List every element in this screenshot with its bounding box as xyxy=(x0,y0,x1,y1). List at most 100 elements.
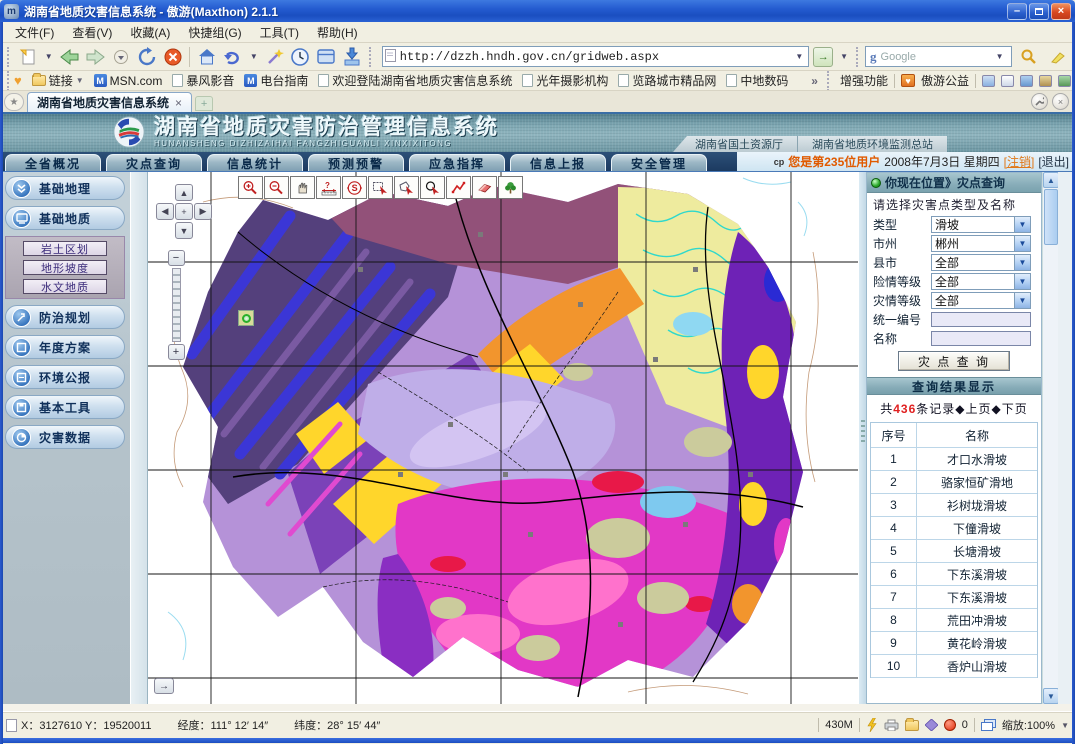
chevron-down-icon[interactable]: ▼ xyxy=(1014,217,1030,232)
refresh-button[interactable] xyxy=(135,45,159,69)
history-dropdown-button[interactable] xyxy=(109,45,133,69)
scrollbar-thumb[interactable] xyxy=(1044,189,1058,245)
table-row[interactable]: 3衫树垅滑坡 xyxy=(871,494,1037,517)
plugin-icon-3[interactable] xyxy=(1020,75,1033,87)
table-row[interactable]: 1才口水滑坡 xyxy=(871,448,1037,471)
draw-line-tool-button[interactable] xyxy=(446,176,471,199)
stop-button[interactable] xyxy=(161,45,185,69)
measure-tool-button[interactable]: ? xyxy=(316,176,341,199)
tab-settings-button[interactable] xyxy=(1031,93,1048,110)
logout-link[interactable]: [注销] xyxy=(1004,153,1035,170)
panel-splitter[interactable] xyxy=(858,172,866,704)
table-row[interactable]: 8荒田冲滑坡 xyxy=(871,609,1037,632)
map-viewport[interactable]: ? S ▲ ◀ + ▶ ▼ − + xyxy=(148,172,858,704)
history-button[interactable] xyxy=(289,45,313,69)
boost-icon[interactable] xyxy=(866,718,878,732)
table-row[interactable]: 5长塘滑坡 xyxy=(871,540,1037,563)
nav-tab-disaster-query[interactable]: 灾点查询 xyxy=(106,154,202,171)
select-circle-tool-button[interactable] xyxy=(420,176,445,199)
pan-center-button[interactable]: + xyxy=(175,203,193,220)
row-name[interactable]: 香炉山滑坡 xyxy=(917,658,1037,675)
query-button[interactable]: 灾 点 查 询 xyxy=(898,351,1010,371)
link-welcome[interactable]: 欢迎登陆湖南省地质灾害信息系统 xyxy=(318,72,512,89)
url-text[interactable]: http://dzzh.hndh.gov.cn/gridweb.aspx xyxy=(400,50,793,64)
select-rect-tool-button[interactable] xyxy=(368,176,393,199)
search-go-button[interactable] xyxy=(1018,45,1042,69)
sidebar-item-basic-geology[interactable]: 基础地质 xyxy=(5,206,125,230)
search-engine-dropdown[interactable]: ▼ xyxy=(993,52,1007,61)
go-button[interactable]: → xyxy=(813,47,833,67)
pan-tool-button[interactable] xyxy=(290,176,315,199)
disaster-level-select[interactable]: 全部▼ xyxy=(931,292,1031,309)
nav-tab-forecast[interactable]: 预测预警 xyxy=(308,154,404,171)
tab-active[interactable]: 湖南省地质灾害信息系统 × xyxy=(27,92,192,112)
undo-button[interactable] xyxy=(221,45,245,69)
scale-tool-button[interactable]: S xyxy=(342,176,367,199)
row-name[interactable]: 下东溪滑坡 xyxy=(917,566,1037,583)
row-name[interactable]: 下僮滑坡 xyxy=(917,520,1037,537)
url-dropdown[interactable]: ▼ xyxy=(792,52,806,61)
magic-fill-button[interactable] xyxy=(263,45,287,69)
row-name[interactable]: 黄花岭滑坡 xyxy=(917,635,1037,652)
row-name[interactable]: 才口水滑坡 xyxy=(917,451,1037,468)
plugin-icon-1[interactable] xyxy=(982,75,995,87)
table-row[interactable]: 10香炉山滑坡 xyxy=(871,655,1037,678)
table-row[interactable]: 7下东溪滑坡 xyxy=(871,586,1037,609)
forward-button[interactable] xyxy=(83,45,107,69)
sidebar-item-basic-geography[interactable]: 基础地理 xyxy=(5,176,125,200)
sub-item-terrain-slope[interactable]: 地形坡度 xyxy=(23,260,107,275)
undo-dropdown[interactable]: ▼ xyxy=(247,52,261,61)
links-overflow-button[interactable]: » xyxy=(811,74,818,88)
notes-icon[interactable] xyxy=(925,719,938,731)
nav-tab-emergency[interactable]: 应急指挥 xyxy=(409,154,505,171)
table-row[interactable]: 9黄花岭滑坡 xyxy=(871,632,1037,655)
next-page-link[interactable]: ◆下页 xyxy=(992,400,1028,417)
pan-right-button[interactable]: ▶ xyxy=(194,203,212,220)
menu-help[interactable]: 帮助(H) xyxy=(308,22,367,43)
download-button[interactable] xyxy=(340,45,364,69)
prev-page-link[interactable]: ◆上页 xyxy=(955,400,991,417)
row-name[interactable]: 骆家恒矿滑地 xyxy=(917,474,1037,491)
sub-item-hydrogeology[interactable]: 水文地质 xyxy=(23,279,107,294)
row-name[interactable]: 衫树垅滑坡 xyxy=(917,497,1037,514)
zoom-dropdown-icon[interactable]: ▼ xyxy=(1061,721,1069,730)
scroll-down-button[interactable]: ▼ xyxy=(1043,688,1059,704)
select-polygon-tool-button[interactable] xyxy=(394,176,419,199)
new-tab-button[interactable] xyxy=(16,45,40,69)
menu-favorites[interactable]: 收藏(A) xyxy=(121,22,179,43)
plugin-icon-4[interactable] xyxy=(1039,75,1052,87)
sidebar-item-annual-scheme[interactable]: 年度方案 xyxy=(5,335,125,359)
table-row[interactable]: 6下东溪滑坡 xyxy=(871,563,1037,586)
nav-tab-security[interactable]: 安全管理 xyxy=(611,154,707,171)
search-input[interactable]: Google xyxy=(881,51,993,63)
city-select[interactable]: 郴州▼ xyxy=(931,235,1031,252)
zoom-out-tool-button[interactable] xyxy=(264,176,289,199)
chevron-down-icon[interactable]: ▼ xyxy=(1014,255,1030,270)
banner-link-land-dept[interactable]: 湖南省国土资源厅 xyxy=(673,136,797,152)
cascade-windows-icon[interactable] xyxy=(981,719,996,731)
sidebar-item-prevention-plan[interactable]: 防治规划 xyxy=(5,305,125,329)
chevron-down-icon[interactable]: ▼ xyxy=(1014,293,1030,308)
frames-button[interactable] xyxy=(314,45,338,69)
layers-tool-button[interactable] xyxy=(498,176,523,199)
highlight-button[interactable] xyxy=(1047,45,1071,69)
type-select[interactable]: 滑坡▼ xyxy=(931,216,1031,233)
menu-tools[interactable]: 工具(T) xyxy=(251,22,308,43)
zoom-minus-button[interactable]: − xyxy=(168,250,185,266)
geological-map[interactable] xyxy=(148,172,858,704)
zoom-level[interactable]: 缩放:100% xyxy=(1002,717,1055,733)
page-scrollbar[interactable]: ▲ ▼ xyxy=(1042,172,1058,704)
danger-level-select[interactable]: 全部▼ xyxy=(931,273,1031,290)
link-radio[interactable]: M电台指南 xyxy=(244,72,308,89)
zoom-plus-button[interactable]: + xyxy=(168,344,185,360)
sidebar-item-basic-tools[interactable]: 基本工具 xyxy=(5,395,125,419)
close-button[interactable]: × xyxy=(1051,3,1071,20)
search-box[interactable]: g Google ▼ xyxy=(865,46,1012,67)
favorites-heart[interactable]: ♥ xyxy=(14,73,22,88)
banner-link-monitor-station[interactable]: 湖南省地质环境监测总站 xyxy=(798,136,947,152)
downloads-folder-icon[interactable] xyxy=(905,720,919,731)
home-button[interactable] xyxy=(195,45,219,69)
go-dropdown[interactable]: ▼ xyxy=(837,52,851,61)
row-name[interactable]: 荒田冲滑坡 xyxy=(917,612,1037,629)
blocked-popup-icon[interactable] xyxy=(944,719,956,731)
